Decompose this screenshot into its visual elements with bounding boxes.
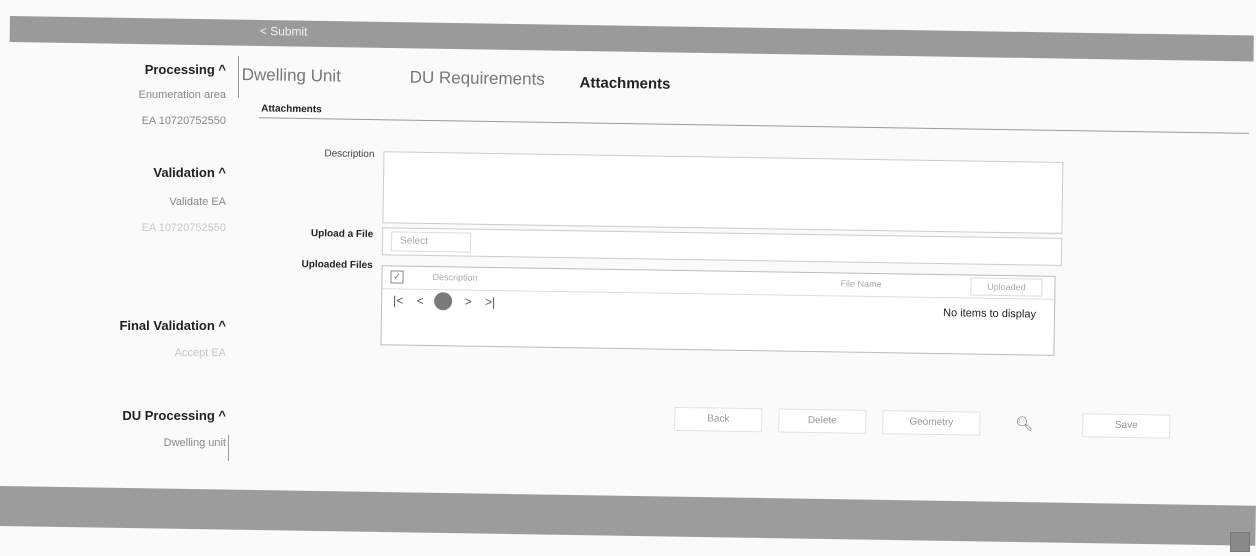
description-field[interactable] <box>382 151 1064 234</box>
prev-page-button[interactable]: < <box>412 293 428 309</box>
geometry-button[interactable]: Geometry <box>882 410 981 436</box>
first-page-button[interactable]: |< <box>390 292 406 308</box>
sidebar-item-dwelling-unit[interactable]: Dwelling unit <box>0 437 240 449</box>
uploaded-files-label: Uploaded Files <box>301 258 373 272</box>
section-divider <box>259 117 1249 134</box>
description-label: Description <box>324 148 375 161</box>
main-panel: Dwelling Unit DU Requirements Attachment… <box>233 55 1250 501</box>
column-header-description[interactable]: Description <box>432 272 477 283</box>
section-title: Attachments <box>261 103 322 116</box>
search-icon[interactable]: 🔍︎ <box>994 412 1054 435</box>
save-button[interactable]: Save <box>1082 413 1171 439</box>
back-link[interactable]: < Submit <box>260 24 308 39</box>
corner-icon <box>1230 532 1250 552</box>
sidebar-section-title[interactable]: Final Validation ^ <box>0 318 240 333</box>
sidebar-item-accept-ea[interactable]: Accept EA <box>0 347 240 359</box>
tab-dwelling-unit[interactable]: Dwelling Unit <box>242 65 341 87</box>
tab-bar: Dwelling Unit DU Requirements Attachment… <box>239 65 671 105</box>
next-page-button[interactable]: > <box>460 293 476 309</box>
file-upload-field: Select <box>381 227 1063 266</box>
delete-button[interactable]: Delete <box>778 408 867 434</box>
column-header-file-name[interactable]: File Name <box>840 278 881 289</box>
sidebar-section-processing: Processing ^ Enumeration area EA 1072075… <box>0 62 240 127</box>
sidebar-section-validation: Validation ^ Validate EA EA 10720752550 <box>0 165 240 234</box>
tab-attachments[interactable]: Attachments <box>579 74 670 92</box>
column-header-uploaded[interactable]: Uploaded <box>970 277 1043 297</box>
sidebar-section-title[interactable]: Validation ^ <box>0 165 240 180</box>
sidebar-item-enumeration-area[interactable]: Enumeration area <box>0 89 240 101</box>
last-page-button[interactable]: >| <box>482 294 498 310</box>
sidebar-item-ea[interactable]: EA 10720752550 <box>0 222 240 234</box>
current-page[interactable]: 1 <box>434 292 453 311</box>
sidebar-section-final-validation: Final Validation ^ Accept EA <box>0 318 240 359</box>
back-button[interactable]: Back <box>674 406 763 433</box>
uploaded-files-grid: ✓ Description File Name Uploaded |< < 1 … <box>380 265 1056 356</box>
select-all-checkbox[interactable]: ✓ <box>390 270 404 284</box>
sidebar-item-ea[interactable]: EA 10720752550 <box>0 115 240 127</box>
sidebar-section-title[interactable]: Processing ^ <box>0 62 240 77</box>
sidebar-section-du-processing: DU Processing ^ Dwelling unit <box>0 408 240 449</box>
empty-grid-message: No items to display <box>943 307 1037 321</box>
select-file-button[interactable]: Select <box>390 231 472 253</box>
sidebar-section-title[interactable]: DU Processing ^ <box>0 408 240 423</box>
sidebar-divider <box>228 435 229 461</box>
upload-file-label: Upload a File <box>310 228 374 241</box>
tab-du-requirements[interactable]: DU Requirements <box>410 68 545 90</box>
sidebar-item-validate-ea[interactable]: Validate EA <box>0 196 240 208</box>
sidebar: Processing ^ Enumeration area EA 1072075… <box>0 50 240 470</box>
